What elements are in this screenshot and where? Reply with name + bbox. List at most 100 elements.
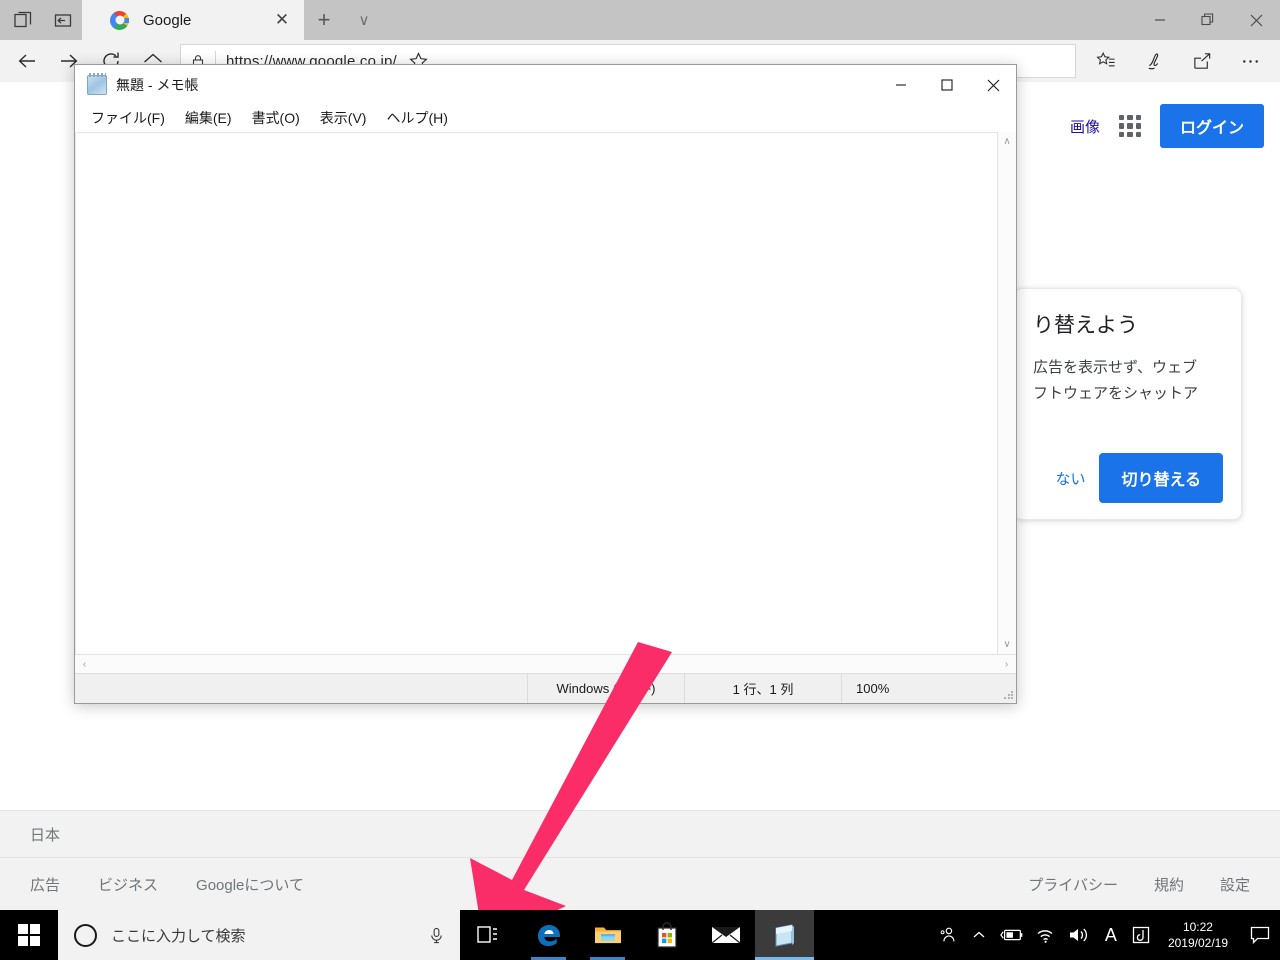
footer-link-about[interactable]: Googleについて xyxy=(196,874,304,895)
wifi-icon[interactable] xyxy=(1030,910,1062,960)
resize-grip[interactable] xyxy=(998,674,1016,703)
notepad-close-button[interactable] xyxy=(970,65,1016,105)
clock-date: 2019/02/19 xyxy=(1167,936,1228,950)
notepad-menu-bar: ファイル(F) 編集(E) 書式(O) 表示(V) ヘルプ(H) xyxy=(75,105,1016,131)
people-icon[interactable] xyxy=(932,910,964,960)
scroll-up-icon[interactable]: ∧ xyxy=(998,132,1017,151)
microsoft-store-button[interactable] xyxy=(637,910,696,960)
notepad-body: ∧ ∨ xyxy=(75,131,1016,654)
battery-charging-icon[interactable] xyxy=(994,910,1030,960)
web-notes-icon[interactable] xyxy=(1130,43,1178,79)
folder-icon xyxy=(594,927,621,944)
screen: Google ✕ + ∨ https://www.google.co.jp/ 画… xyxy=(0,0,1280,960)
menu-help[interactable]: ヘルプ(H) xyxy=(378,105,455,131)
promo-line-1: 広告を表示せず、ウェブ xyxy=(1033,359,1197,376)
menu-format[interactable]: 書式(O) xyxy=(244,105,308,131)
share-icon[interactable] xyxy=(1178,43,1226,79)
notepad-status-bar: Windows (CRLF) 1 行、1 列 100% xyxy=(75,673,1016,703)
tab-title: Google xyxy=(143,11,192,29)
set-tabs-aside-icon[interactable] xyxy=(10,7,36,33)
promo-actions: ない 切り替える xyxy=(1055,453,1223,503)
footer-link-settings[interactable]: 設定 xyxy=(1220,874,1250,895)
file-explorer-button[interactable] xyxy=(578,910,637,960)
browser-minimize-button[interactable] xyxy=(1136,0,1184,40)
browser-tab[interactable]: Google ✕ xyxy=(82,0,304,40)
notepad-title: 無題 - メモ帳 xyxy=(116,77,199,93)
microphone-icon[interactable] xyxy=(426,927,446,944)
menu-view[interactable]: 表示(V) xyxy=(312,105,375,131)
taskbar-clock[interactable]: 10:22 2019/02/19 xyxy=(1156,910,1240,960)
google-favicon-icon xyxy=(110,10,129,30)
tab-dropdown-button[interactable]: ∨ xyxy=(344,0,384,40)
favorites-hub-icon[interactable] xyxy=(1082,43,1130,79)
scroll-right-icon[interactable]: › xyxy=(997,655,1016,673)
notepad-vertical-scrollbar[interactable]: ∧ ∨ xyxy=(997,132,1016,654)
google-promo-card: り替えよう 広告を表示せず、ウェブ フトウェアをシャットア ない 切り替える xyxy=(1014,288,1242,520)
taskbar-search-box[interactable]: ここに入力して検索 xyxy=(58,910,460,960)
footer-link-business[interactable]: ビジネス xyxy=(98,874,158,895)
notepad-window-controls xyxy=(878,65,1016,105)
start-button[interactable] xyxy=(0,910,58,960)
footer-country-row: 日本 xyxy=(0,810,1280,858)
ime-tool-icon[interactable] xyxy=(1126,910,1156,960)
notepad-text-area[interactable] xyxy=(75,132,997,654)
notepad-maximize-button[interactable] xyxy=(924,65,970,105)
new-tab-button[interactable]: + xyxy=(304,0,344,40)
notepad-button[interactable] xyxy=(755,910,814,960)
browser-close-button[interactable] xyxy=(1232,0,1280,40)
task-view-button[interactable] xyxy=(460,910,519,960)
scroll-down-icon[interactable]: ∨ xyxy=(998,635,1017,654)
notepad-window[interactable]: 無題 - メモ帳 ファイル(F) 編集(E) 書式(O) 表示(V) ヘルプ(H… xyxy=(74,64,1017,704)
footer-left-links: 広告 ビジネス Googleについて xyxy=(30,874,304,895)
edge-icon xyxy=(537,925,560,946)
browser-tab-strip: Google ✕ + ∨ xyxy=(0,0,1280,40)
clock-time: 10:22 xyxy=(1182,920,1213,934)
back-button[interactable] xyxy=(6,43,48,79)
scroll-left-icon[interactable]: ‹ xyxy=(75,655,94,673)
tabs-you-set-aside-icon[interactable] xyxy=(50,7,76,33)
promo-line-2: フトウェアをシャットア xyxy=(1033,385,1199,402)
tab-close-icon[interactable]: ✕ xyxy=(270,8,294,32)
menu-file[interactable]: ファイル(F) xyxy=(83,105,173,131)
google-signin-button[interactable]: ログイン xyxy=(1159,104,1264,148)
notepad-icon xyxy=(87,73,107,95)
notepad-title-bar[interactable]: 無題 - メモ帳 xyxy=(75,65,1016,105)
promo-accept-button[interactable]: 切り替える xyxy=(1099,453,1223,503)
envelope-icon xyxy=(711,927,740,944)
show-hidden-icons-chevron[interactable] xyxy=(964,910,994,960)
apps-grid-icon[interactable] xyxy=(1118,114,1142,138)
browser-restore-button[interactable] xyxy=(1184,0,1232,40)
browser-window-controls xyxy=(1136,0,1280,40)
status-line-ending: Windows (CRLF) xyxy=(527,674,684,703)
footer-links-row: 広告 ビジネス Googleについて プライバシー 規約 設定 xyxy=(0,858,1280,910)
status-zoom-level: 100% xyxy=(841,674,998,703)
settings-more-icon[interactable] xyxy=(1226,43,1274,79)
google-images-link[interactable]: 画像 xyxy=(1070,116,1100,137)
footer-link-terms[interactable]: 規約 xyxy=(1154,874,1184,895)
ime-mode-indicator[interactable]: A xyxy=(1096,910,1126,960)
system-tray: A 10:22 2019/02/19 xyxy=(932,910,1280,960)
footer-link-privacy[interactable]: プライバシー xyxy=(1028,874,1118,895)
windows-taskbar: ここに入力して検索 A 10:22 2019/02/19 xyxy=(0,910,1280,960)
horizontal-scroll-track[interactable] xyxy=(94,655,997,673)
store-bag-icon xyxy=(656,922,677,948)
tabstrip-left-buttons xyxy=(0,0,82,40)
taskbar-app-buttons xyxy=(460,910,814,960)
speaker-icon[interactable] xyxy=(1062,910,1096,960)
notepad-minimize-button[interactable] xyxy=(878,65,924,105)
search-placeholder-text: ここに入力して検索 xyxy=(111,927,246,945)
vertical-scroll-track[interactable] xyxy=(998,151,1016,635)
cortana-circle-icon[interactable] xyxy=(74,923,97,947)
google-top-nav: 画像 ログイン xyxy=(1070,104,1264,148)
action-center-icon[interactable] xyxy=(1240,910,1280,960)
notepad-horizontal-scrollbar[interactable]: ‹ › xyxy=(75,654,1016,673)
footer-link-ads[interactable]: 広告 xyxy=(30,874,60,895)
status-cursor-position: 1 行、1 列 xyxy=(684,674,841,703)
edge-button[interactable] xyxy=(519,910,578,960)
task-view-icon xyxy=(476,926,497,943)
windows-start-icon xyxy=(18,924,40,946)
promo-decline-button[interactable]: ない xyxy=(1055,468,1085,489)
mail-button[interactable] xyxy=(696,910,755,960)
menu-edit[interactable]: 編集(E) xyxy=(177,105,240,131)
google-footer: 日本 広告 ビジネス Googleについて プライバシー 規約 設定 xyxy=(0,810,1280,910)
